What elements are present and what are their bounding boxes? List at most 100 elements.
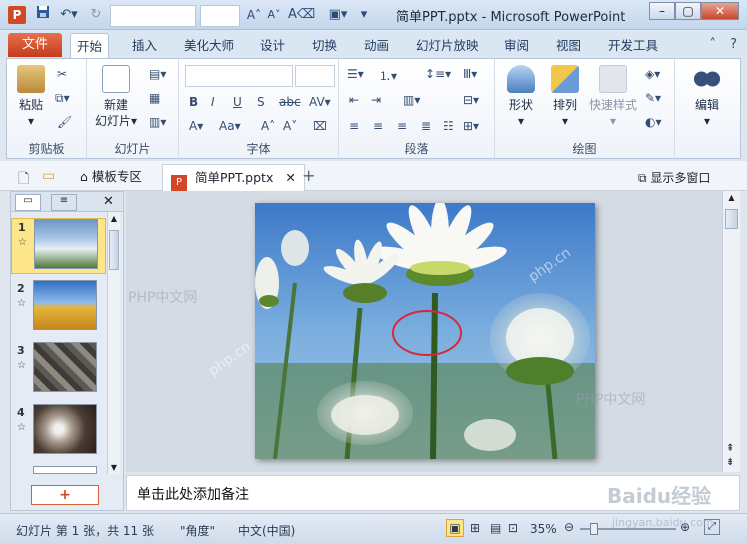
zoom-in-icon[interactable]: ⊕ (680, 520, 690, 534)
format-painter-icon[interactable]: 🖌 (57, 115, 72, 129)
quick-styles-button[interactable]: 快速样式 ▾ (587, 65, 639, 129)
align-left-icon[interactable]: ≡ (349, 119, 359, 133)
slide-thumbnail-4[interactable]: 4 ☆ (11, 404, 106, 460)
align-center-icon[interactable]: ≡ (373, 119, 383, 133)
paste-button[interactable]: 粘贴 ▾ (13, 65, 49, 129)
font-name-combobox[interactable] (185, 65, 293, 87)
tab-design[interactable]: 设计 (254, 33, 291, 58)
language-status[interactable]: 中文(中国) (238, 522, 295, 539)
tab-file[interactable]: 文件 (8, 33, 62, 57)
current-slide[interactable] (255, 203, 595, 459)
add-slide-button[interactable]: + (31, 485, 99, 505)
copy-icon[interactable]: ⧉▾ (55, 91, 70, 106)
undo-icon[interactable]: ↶▾ (58, 5, 80, 25)
new-slide-button[interactable]: 新建 幻灯片▾ (93, 65, 139, 129)
zoom-level[interactable]: 35% (530, 522, 557, 536)
scroll-down-icon[interactable]: ▼ (109, 463, 119, 472)
slide-thumbnail-1[interactable]: 1 ☆ (11, 218, 106, 274)
bold-icon[interactable]: B (189, 95, 198, 109)
editing-button[interactable]: 编辑 ▾ (685, 65, 729, 129)
align-text-icon[interactable]: ⊟▾ (463, 93, 479, 107)
minimize-button[interactable]: – (649, 2, 675, 20)
show-multi-window-button[interactable]: ⧉ 显示多窗口 (638, 169, 710, 186)
underline-icon[interactable]: U (233, 95, 242, 109)
section-icon[interactable]: ▥▾ (149, 115, 166, 129)
maximize-button[interactable]: ▢ (675, 2, 701, 20)
outline-view-tab[interactable]: ≡ (51, 194, 77, 211)
strikethrough-icon[interactable]: abc (279, 95, 301, 109)
slide-thumbnail-3[interactable]: 3 ☆ (11, 342, 106, 398)
slideshow-view-icon[interactable]: ⊡ (508, 521, 518, 535)
layout-icon[interactable]: ▤▾ (149, 67, 166, 81)
slide-thumbnail-2[interactable]: 2 ☆ (11, 280, 106, 336)
scroll-up-icon[interactable]: ▲ (723, 193, 740, 205)
normal-view-icon[interactable]: ▣ (446, 519, 464, 537)
zoom-slider-thumb[interactable] (590, 523, 598, 535)
scroll-thumb[interactable] (109, 230, 119, 270)
collapse-ribbon-icon[interactable]: ˄ (709, 37, 716, 52)
cut-icon[interactable]: ✂ (57, 67, 67, 81)
arrange-button[interactable]: 排列 ▾ (545, 65, 585, 129)
slides-panel-scrollbar[interactable]: ▲ ▼ (107, 212, 120, 474)
close-panel-icon[interactable]: ✕ (103, 194, 114, 209)
tab-animations[interactable]: 动画 (358, 33, 395, 58)
shapes-button[interactable]: 形状 ▾ (501, 65, 541, 129)
tab-insert[interactable]: 插入 (126, 33, 163, 58)
tab-transitions[interactable]: 切换 (306, 33, 343, 58)
previous-slide-icon[interactable]: ⇞ (726, 443, 734, 454)
zoom-out-icon[interactable]: ⊖ (564, 520, 574, 534)
new-tab-icon[interactable]: + (302, 166, 315, 185)
font-size-combobox[interactable] (295, 65, 335, 87)
slide-editing-area[interactable]: PHP中文网 PHP中文网 php.cn php.cn (126, 191, 722, 472)
customize-toolbar-icon[interactable]: ▾ (358, 5, 370, 25)
fit-to-window-icon[interactable]: ⤢ (704, 519, 720, 535)
tab-review[interactable]: 审阅 (498, 33, 535, 58)
clear-formatting-icon[interactable]: ⌧ (313, 119, 327, 133)
tab-developer[interactable]: 开发工具 (602, 33, 664, 58)
notes-pane[interactable]: 单击此处添加备注 Baidu经验 (126, 475, 740, 511)
close-button[interactable]: ✕ (701, 2, 739, 20)
shape-outline-icon[interactable]: ✎▾ (645, 91, 661, 105)
char-spacing-icon[interactable]: AV▾ (309, 95, 331, 109)
slide-thumbnail-5-partial[interactable] (11, 466, 106, 476)
distribute-icon[interactable]: ☷ (443, 119, 454, 133)
change-case-icon[interactable]: Aa▾ (219, 119, 241, 133)
grow-font-icon[interactable]: A˄ (261, 119, 275, 133)
text-direction-icon[interactable]: Ⅲ▾ (463, 67, 477, 81)
tab-home[interactable]: 开始 (70, 33, 110, 58)
open-folder-icon[interactable]: ▭ (42, 168, 55, 184)
save-icon[interactable] (34, 5, 52, 25)
slide-area-scrollbar[interactable]: ▲ ⇞ ⇟ (722, 191, 740, 472)
next-slide-icon[interactable]: ⇟ (726, 457, 734, 468)
italic-icon[interactable]: I (211, 95, 215, 109)
bullets-icon[interactable]: ☰▾ (347, 67, 364, 81)
tab-template-zone[interactable]: ⌂ 模板专区 (72, 164, 150, 191)
tab-view[interactable]: 视图 (550, 33, 587, 58)
increase-indent-icon[interactable]: ⇥ (371, 93, 381, 107)
smartart-icon[interactable]: ⊞▾ (463, 119, 479, 133)
shrink-font-icon[interactable]: A˅ (266, 5, 282, 25)
reset-icon[interactable]: ▦ (149, 91, 160, 105)
shadow-icon[interactable]: S (257, 95, 265, 109)
scroll-thumb[interactable] (725, 209, 738, 229)
columns-icon[interactable]: ▥▾ (403, 93, 420, 107)
slides-view-tab[interactable]: ▭ (15, 194, 41, 211)
font-color-icon[interactable]: A▾ (189, 119, 203, 133)
font-name-quick-input[interactable] (110, 5, 196, 27)
align-right-icon[interactable]: ≡ (397, 119, 407, 133)
clear-format-icon[interactable]: A⌫ (288, 5, 315, 25)
decrease-indent-icon[interactable]: ⇤ (349, 93, 359, 107)
arrange-quick-icon[interactable]: ▣▾ (324, 5, 352, 25)
numbering-icon[interactable]: ⒈▾ (379, 67, 397, 84)
line-spacing-icon[interactable]: ↕≡▾ (425, 67, 451, 81)
reading-view-icon[interactable]: ▤ (490, 521, 501, 535)
redo-icon[interactable]: ↻ (88, 5, 104, 25)
tab-slideshow[interactable]: 幻灯片放映 (410, 33, 485, 58)
close-tab-icon[interactable]: ✕ (285, 170, 295, 185)
scroll-up-icon[interactable]: ▲ (109, 214, 119, 224)
shrink-font-icon[interactable]: A˅ (283, 119, 297, 133)
shape-effects-icon[interactable]: ◐▾ (645, 115, 662, 129)
help-icon[interactable]: ? (730, 37, 737, 52)
font-size-quick-input[interactable] (200, 5, 240, 27)
new-document-icon[interactable]: 🗋 (18, 168, 29, 192)
